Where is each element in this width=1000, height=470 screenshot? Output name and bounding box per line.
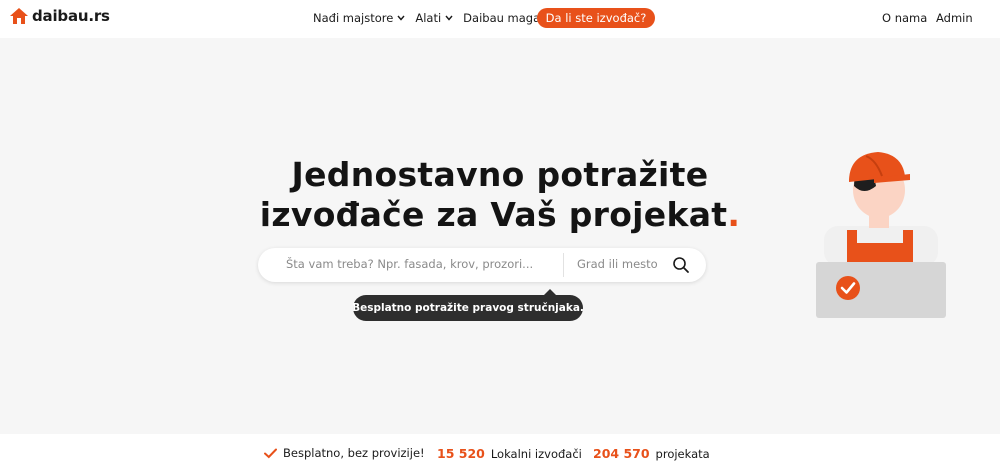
- search-input[interactable]: Šta vam treba? Npr. fasada, krov, prozor…: [286, 257, 533, 271]
- nav-tools[interactable]: Alati: [415, 11, 453, 25]
- laptop-illustration: [816, 262, 946, 314]
- stat-projects: 204 570 projekata: [593, 446, 710, 461]
- hero-title-line2: izvođače za Vaš projekat: [259, 195, 728, 234]
- stat-contractors: 15 520 Lokalni izvođači: [437, 446, 582, 461]
- house-icon: [10, 8, 28, 24]
- contractor-cta-button[interactable]: Da li ste izvođač?: [537, 8, 655, 28]
- contractors-count: 15 520: [437, 446, 485, 461]
- search-tooltip: Besplatno potražite pravog stručnjaka.: [352, 295, 584, 321]
- about-link[interactable]: O nama: [882, 11, 927, 25]
- admin-link[interactable]: Admin: [936, 11, 973, 25]
- projects-label: projekata: [655, 446, 710, 461]
- nav-find-contractors-label: Nađi majstore: [313, 11, 394, 25]
- projects-count: 204 570: [593, 446, 650, 461]
- stat-free-label: Besplatno, bez provizije!: [283, 446, 425, 460]
- hero-title-dot: .: [727, 195, 741, 234]
- main-nav: Nađi majstore Alati Daibau magazin: [313, 8, 567, 28]
- check-icon: [264, 448, 277, 458]
- logo[interactable]: daibau.rs: [9, 7, 110, 25]
- chevron-down-icon: [445, 15, 453, 21]
- search-icon[interactable]: [672, 256, 690, 274]
- contractors-label: Lokalni izvođači: [490, 446, 582, 461]
- stats-bar: Besplatno, bez provizije! 15 520 Lokalni…: [0, 434, 1000, 470]
- nav-tools-label: Alati: [415, 11, 442, 25]
- hero-title-line1: Jednostavno potražite: [291, 155, 709, 194]
- chevron-down-icon: [397, 15, 405, 21]
- hero-title: Jednostavno potražite izvođače za Vaš pr…: [230, 155, 770, 235]
- search-bar: Šta vam treba? Npr. fasada, krov, prozor…: [258, 248, 706, 282]
- hero-section: Jednostavno potražite izvođače za Vaš pr…: [0, 38, 1000, 434]
- nav-find-contractors[interactable]: Nađi majstore: [313, 11, 405, 25]
- stat-free: Besplatno, bez provizije!: [264, 446, 425, 460]
- top-navigation: daibau.rs Nađi majstore Alati Daibau mag…: [0, 0, 1000, 38]
- search-divider: [563, 253, 564, 277]
- brand-name: daibau.rs: [32, 7, 110, 25]
- location-input[interactable]: Grad ili mesto: [577, 257, 658, 271]
